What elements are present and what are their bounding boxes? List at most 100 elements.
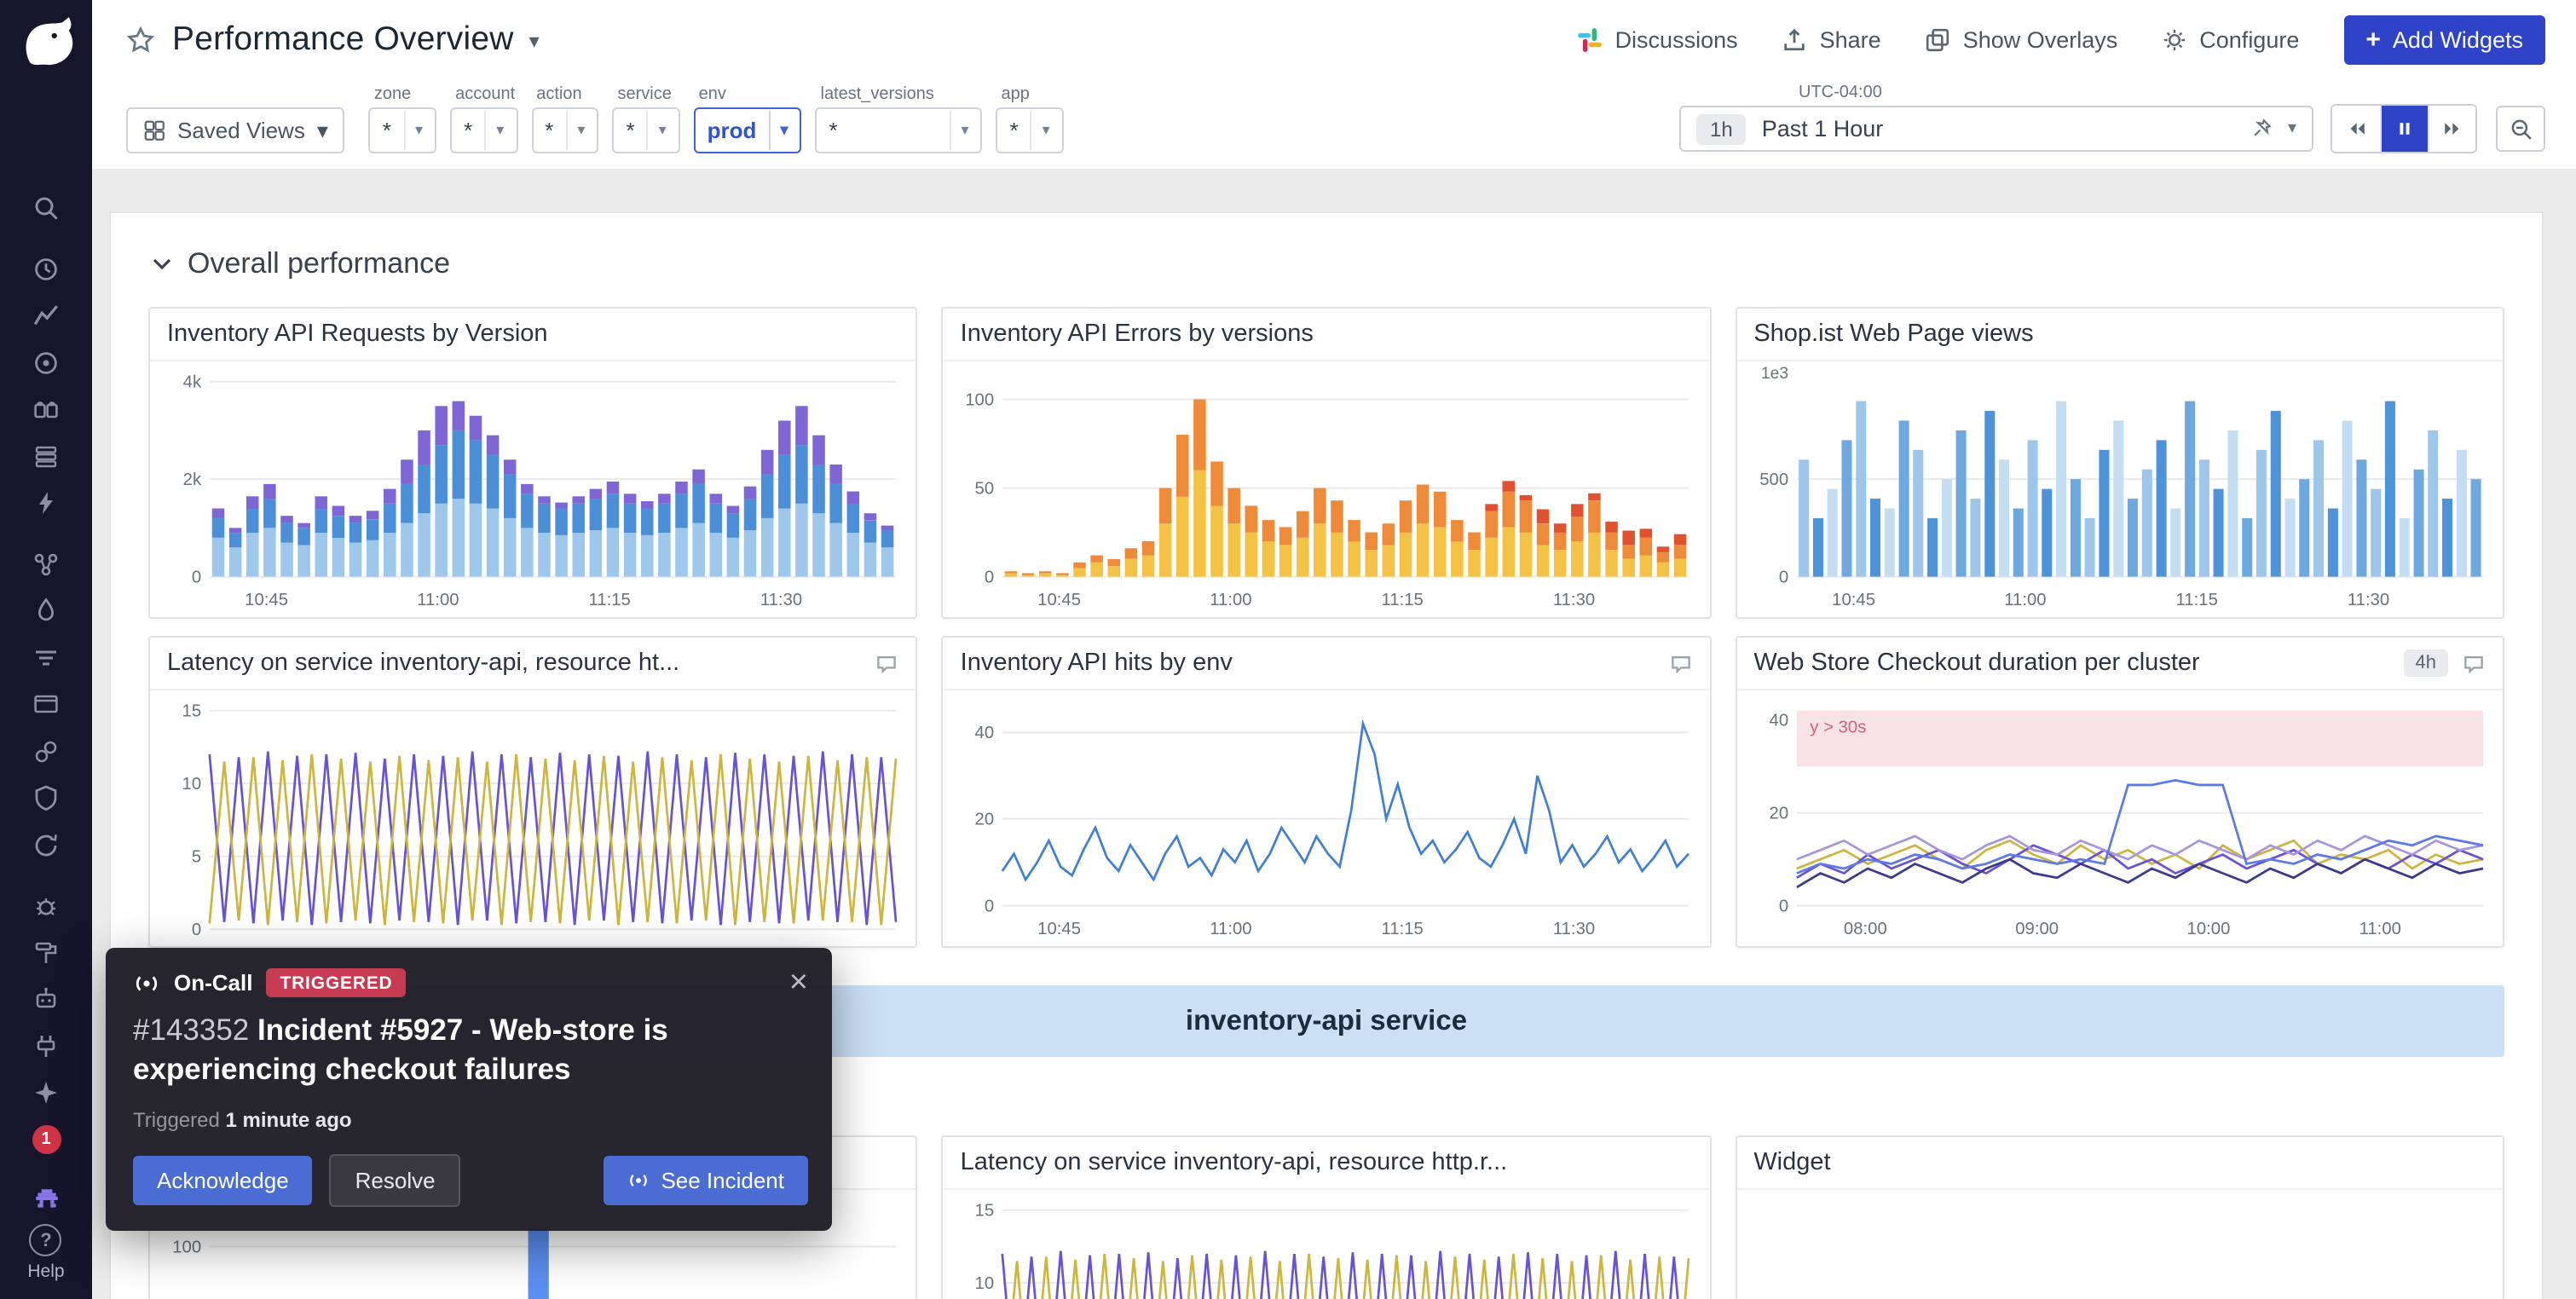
time-range-picker[interactable]: 1h Past 1 Hour ▾	[1679, 106, 2313, 152]
app-root: 1 ? Help Performance Overview ▾ Discussi…	[0, 0, 2576, 1299]
chevron-down-icon: ▾	[317, 117, 328, 144]
error-tracking-icon[interactable]	[31, 890, 61, 921]
svg-text:10:45: 10:45	[1038, 590, 1082, 609]
rum-icon[interactable]	[31, 689, 61, 719]
widget-web-page-views[interactable]: Shop.ist Web Page views 05001e310:4511:0…	[1735, 307, 2504, 619]
acknowledge-button[interactable]: Acknowledge	[133, 1156, 313, 1205]
chevron-down-icon: ▾	[647, 111, 667, 150]
svg-text:5: 5	[192, 847, 201, 867]
widget-latency-inventory-api[interactable]: Latency on service inventory-api, resour…	[148, 636, 918, 948]
page-title: Performance Overview	[172, 20, 514, 60]
dashboards-icon[interactable]	[31, 300, 61, 331]
requests-by-version-chart[interactable]: 02k4k10:4511:0011:1511:30	[150, 361, 916, 617]
widget-hits-by-env[interactable]: Inventory API hits by env 0204010:4511:0…	[942, 636, 1712, 948]
agents-icon[interactable]	[31, 984, 61, 1014]
chevron-down-icon	[152, 257, 172, 271]
resolve-button[interactable]: Resolve	[330, 1154, 461, 1207]
apm-icon[interactable]	[31, 488, 61, 518]
svg-text:11:30: 11:30	[760, 590, 802, 609]
see-incident-button[interactable]: See Incident	[603, 1156, 808, 1205]
integrations-icon[interactable]	[31, 1031, 61, 1061]
svg-text:11:00: 11:00	[2359, 919, 2400, 938]
app-select[interactable]: *▾	[996, 107, 1064, 153]
search-icon[interactable]	[31, 193, 61, 223]
hits-by-env-chart[interactable]: 0204010:4511:0011:1511:30	[944, 690, 1710, 946]
sidebar-nav: 1	[31, 193, 61, 1214]
notifications-badge[interactable]: 1	[32, 1124, 61, 1153]
configure-button[interactable]: Configure	[2162, 27, 2299, 53]
section-overall-performance[interactable]: Overall performance	[152, 247, 2504, 281]
action-select[interactable]: *▾	[531, 107, 598, 153]
time-forward-button[interactable]	[2428, 106, 2475, 152]
overlays-icon	[1926, 27, 1951, 53]
svg-text:11:00: 11:00	[417, 590, 459, 609]
zoom-out-button[interactable]	[2496, 106, 2545, 152]
ci-cd-icon[interactable]	[31, 829, 61, 860]
pipelines-icon[interactable]	[31, 642, 61, 673]
synthetics-icon[interactable]	[31, 736, 61, 766]
time-back-button[interactable]	[2332, 106, 2380, 152]
zone-select[interactable]: *▾	[369, 107, 436, 153]
infrastructure-icon[interactable]	[31, 441, 61, 471]
oncall-toast: On-Call TRIGGERED × #143352 Incident #59…	[106, 948, 832, 1231]
favorite-star-icon[interactable]	[126, 26, 155, 55]
comment-icon[interactable]	[1668, 652, 1692, 674]
arcade-icon[interactable]	[31, 1183, 61, 1214]
comment-icon[interactable]	[875, 652, 899, 674]
saved-views-button[interactable]: Saved Views ▾	[126, 107, 345, 153]
comment-icon[interactable]	[2462, 652, 2486, 674]
timezone-label: UTC-04:00	[1799, 84, 2545, 102]
double-chevron-left-icon	[2345, 119, 2367, 138]
discussions-button[interactable]: Discussions	[1578, 27, 1738, 53]
help-button[interactable]: ? Help	[27, 1224, 64, 1282]
bits-ai-icon[interactable]	[31, 1077, 61, 1108]
close-icon[interactable]: ×	[789, 969, 808, 996]
svg-text:40: 40	[1769, 710, 1788, 730]
recents-icon[interactable]	[31, 253, 61, 284]
svg-text:0: 0	[1778, 896, 1788, 915]
svg-text:2k: 2k	[183, 470, 202, 489]
show-overlays-button[interactable]: Show Overlays	[1926, 27, 2118, 53]
widget-inventory-api-requests[interactable]: Inventory API Requests by Version 02k4k1…	[148, 307, 918, 619]
widget-checkout-duration[interactable]: Web Store Checkout duration per cluster …	[1735, 636, 2504, 948]
svg-text:15: 15	[182, 701, 202, 720]
range-shortcut: 1h	[1696, 113, 1747, 144]
top-bar: Performance Overview ▾ Discussions Share…	[92, 0, 2576, 80]
latest-versions-select[interactable]: *▾	[816, 107, 983, 153]
svg-text:11:15: 11:15	[1382, 919, 1424, 938]
title-chevron-down-icon[interactable]: ▾	[529, 28, 540, 52]
widget-latency-http[interactable]: Latency on service inventory-api, resour…	[942, 1135, 1712, 1299]
svg-text:0: 0	[192, 567, 201, 586]
latency-http-chart[interactable]: 051015	[944, 1190, 1710, 1299]
web-page-views-chart[interactable]: 05001e310:4511:0011:1511:30	[1736, 361, 2503, 617]
service-catalog-icon[interactable]	[31, 394, 61, 424]
widget-empty[interactable]: Widget	[1735, 1135, 2504, 1299]
latency-chart[interactable]: 051015	[150, 690, 916, 946]
workflows-icon[interactable]	[31, 937, 61, 967]
magnifier-minus-icon	[2509, 117, 2533, 141]
svg-text:11:15: 11:15	[1382, 590, 1424, 609]
widget-inventory-api-errors[interactable]: Inventory API Errors by versions 0501001…	[942, 307, 1712, 619]
chevron-down-icon: ▾	[403, 111, 423, 150]
svg-text:20: 20	[1769, 803, 1788, 823]
add-widgets-button[interactable]: + Add Widgets	[2343, 15, 2545, 65]
pause-button[interactable]	[2380, 106, 2428, 152]
toast-timestamp: Triggered 1 minute ago	[133, 1108, 805, 1132]
plus-icon: +	[2365, 32, 2381, 49]
security-icon[interactable]	[31, 782, 61, 813]
time-nav-group	[2331, 104, 2477, 153]
datadog-logo[interactable]	[17, 12, 75, 70]
errors-by-versions-chart[interactable]: 05010010:4511:0011:1511:30	[944, 361, 1710, 617]
service-select[interactable]: *▾	[612, 107, 679, 153]
oncall-icon	[627, 1169, 649, 1192]
checkout-duration-chart[interactable]: y > 30s0204008:0009:0010:0011:00	[1736, 690, 2503, 946]
svg-text:1e3: 1e3	[1760, 365, 1788, 383]
account-select[interactable]: *▾	[450, 107, 517, 153]
watchdog-icon[interactable]	[31, 347, 61, 378]
share-button[interactable]: Share	[1782, 27, 1881, 53]
env-select[interactable]: prod▾	[694, 107, 802, 153]
share-icon	[1782, 27, 1808, 53]
logs-icon[interactable]	[31, 595, 61, 626]
chevron-down-icon: ▾	[1031, 111, 1050, 150]
service-map-icon[interactable]	[31, 548, 61, 579]
